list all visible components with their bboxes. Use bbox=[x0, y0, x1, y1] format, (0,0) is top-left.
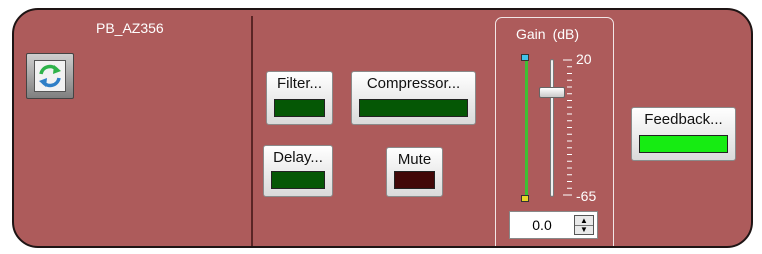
gain-group: Gain (dB) 20 -65 ▲ ▼ bbox=[495, 17, 614, 246]
channel-panel: PB_AZ356 Filter... Compressor... Delay..… bbox=[12, 8, 753, 248]
gain-unit: (dB) bbox=[552, 26, 580, 42]
gain-slider-thumb[interactable] bbox=[539, 86, 565, 98]
channel-title: PB_AZ356 bbox=[96, 20, 164, 36]
gain-spin-arrows: ▲ ▼ bbox=[574, 215, 594, 235]
refresh-icon bbox=[34, 60, 66, 92]
mute-button[interactable]: Mute bbox=[386, 147, 443, 197]
filter-button[interactable]: Filter... bbox=[266, 71, 333, 125]
refresh-button[interactable] bbox=[26, 53, 74, 99]
compressor-button-label: Compressor... bbox=[366, 75, 461, 92]
delay-status-led bbox=[271, 171, 325, 189]
delay-button-label: Delay... bbox=[273, 149, 323, 166]
delay-button[interactable]: Delay... bbox=[263, 145, 333, 197]
gain-level-meter bbox=[525, 57, 528, 200]
gain-scale-min-label: -65 bbox=[576, 188, 597, 204]
feedback-button-label: Feedback... bbox=[644, 111, 723, 128]
gain-title-text: Gain bbox=[516, 26, 546, 42]
meter-top-indicator bbox=[521, 54, 529, 61]
filter-button-label: Filter... bbox=[276, 75, 322, 92]
feedback-status-led bbox=[639, 135, 728, 153]
gain-value-input[interactable] bbox=[512, 214, 572, 236]
panel-divider bbox=[251, 16, 253, 246]
compressor-status-led bbox=[359, 99, 468, 117]
compressor-button[interactable]: Compressor... bbox=[351, 71, 476, 125]
gain-spinbox[interactable]: ▲ ▼ bbox=[509, 211, 598, 239]
feedback-button[interactable]: Feedback... bbox=[631, 107, 736, 161]
arrow-down-icon[interactable]: ▼ bbox=[575, 225, 593, 234]
filter-status-led bbox=[274, 99, 325, 117]
gain-slider-track[interactable] bbox=[550, 59, 554, 197]
mute-button-label: Mute bbox=[397, 151, 432, 168]
gain-scale-max-label: 20 bbox=[576, 51, 592, 67]
gain-title: Gain (dB) bbox=[516, 26, 579, 42]
mute-status-led bbox=[394, 171, 435, 189]
meter-bottom-indicator bbox=[521, 195, 529, 202]
